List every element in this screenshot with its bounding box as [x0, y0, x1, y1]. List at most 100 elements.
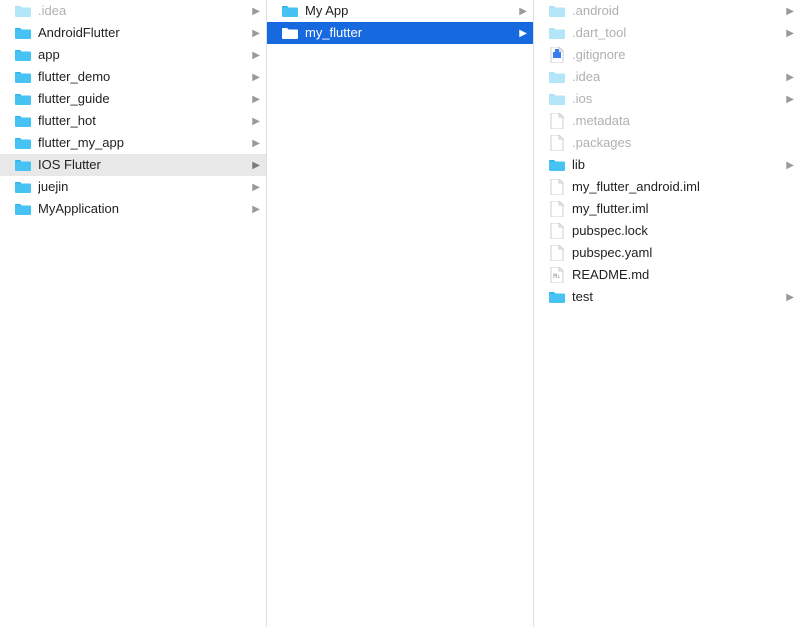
folder-row[interactable]: IOS Flutter▶	[0, 154, 266, 176]
folder-icon	[281, 24, 299, 42]
item-label: AndroidFlutter	[38, 22, 250, 44]
folder-icon	[548, 156, 566, 174]
chevron-right-icon: ▶	[250, 50, 262, 61]
chevron-right-icon: ▶	[250, 160, 262, 171]
folder-row[interactable]: flutter_guide▶	[0, 88, 266, 110]
item-label: .idea	[572, 66, 784, 88]
item-label: flutter_my_app	[38, 132, 250, 154]
item-label: .packages	[572, 132, 784, 154]
folder-row[interactable]: .android▶	[534, 0, 800, 22]
folder-row[interactable]: app▶	[0, 44, 266, 66]
item-label: lib	[572, 154, 784, 176]
file-icon: M↓	[548, 266, 566, 284]
folder-row[interactable]: flutter_my_app▶	[0, 132, 266, 154]
item-label: .metadata	[572, 110, 784, 132]
folder-row[interactable]: .dart_tool▶	[534, 22, 800, 44]
file-icon	[548, 112, 566, 130]
item-label: .ios	[572, 88, 784, 110]
folder-row[interactable]: test▶	[534, 286, 800, 308]
file-row[interactable]: .metadata	[534, 110, 800, 132]
item-label: flutter_demo	[38, 66, 250, 88]
chevron-right-icon: ▶	[517, 6, 529, 17]
folder-icon	[548, 24, 566, 42]
folder-icon	[14, 156, 32, 174]
folder-row[interactable]: MyApplication▶	[0, 198, 266, 220]
item-label: my_flutter.iml	[572, 198, 784, 220]
file-row[interactable]: .packages	[534, 132, 800, 154]
folder-icon	[281, 2, 299, 20]
chevron-right-icon: ▶	[784, 160, 796, 171]
file-row[interactable]: pubspec.lock	[534, 220, 800, 242]
file-row[interactable]: pubspec.yaml	[534, 242, 800, 264]
chevron-right-icon: ▶	[250, 72, 262, 83]
chevron-right-icon: ▶	[784, 72, 796, 83]
folder-icon	[14, 2, 32, 20]
file-icon	[548, 178, 566, 196]
chevron-right-icon: ▶	[250, 116, 262, 127]
chevron-right-icon: ▶	[784, 28, 796, 39]
item-label: pubspec.yaml	[572, 242, 784, 264]
chevron-right-icon: ▶	[517, 28, 529, 39]
chevron-right-icon: ▶	[784, 292, 796, 303]
folder-icon	[14, 200, 32, 218]
column-1[interactable]: My App▶my_flutter▶	[267, 0, 534, 627]
item-label: test	[572, 286, 784, 308]
item-label: .idea	[38, 0, 250, 22]
item-label: IOS Flutter	[38, 154, 250, 176]
chevron-right-icon: ▶	[784, 94, 796, 105]
folder-row[interactable]: .idea▶	[534, 66, 800, 88]
file-icon	[548, 244, 566, 262]
chevron-right-icon: ▶	[250, 138, 262, 149]
chevron-right-icon: ▶	[784, 6, 796, 17]
folder-icon	[14, 46, 32, 64]
chevron-right-icon: ▶	[250, 182, 262, 193]
folder-row[interactable]: flutter_demo▶	[0, 66, 266, 88]
folder-row[interactable]: juejin▶	[0, 176, 266, 198]
folder-row[interactable]: my_flutter▶	[267, 22, 533, 44]
chevron-right-icon: ▶	[250, 204, 262, 215]
item-label: MyApplication	[38, 198, 250, 220]
chevron-right-icon: ▶	[250, 6, 262, 17]
folder-row[interactable]: AndroidFlutter▶	[0, 22, 266, 44]
file-icon	[548, 200, 566, 218]
file-row[interactable]: .gitignore	[534, 44, 800, 66]
folder-icon	[14, 112, 32, 130]
folder-icon	[548, 90, 566, 108]
folder-icon	[548, 68, 566, 86]
folder-icon	[548, 2, 566, 20]
item-label: app	[38, 44, 250, 66]
folder-row[interactable]: lib▶	[534, 154, 800, 176]
file-icon	[548, 134, 566, 152]
column-2[interactable]: .android▶.dart_tool▶.gitignore.idea▶.ios…	[534, 0, 800, 627]
svg-text:M↓: M↓	[553, 273, 560, 280]
chevron-right-icon: ▶	[250, 94, 262, 105]
folder-icon	[14, 24, 32, 42]
item-label: my_flutter	[305, 22, 517, 44]
folder-row[interactable]: My App▶	[267, 0, 533, 22]
item-label: juejin	[38, 176, 250, 198]
folder-row[interactable]: .ios▶	[534, 88, 800, 110]
finder-column-view: .idea▶AndroidFlutter▶app▶flutter_demo▶fl…	[0, 0, 800, 627]
file-row[interactable]: M↓ README.md	[534, 264, 800, 286]
item-label: .android	[572, 0, 784, 22]
file-row[interactable]: my_flutter.iml	[534, 198, 800, 220]
item-label: My App	[305, 0, 517, 22]
item-label: .dart_tool	[572, 22, 784, 44]
file-icon	[548, 46, 566, 64]
folder-icon	[14, 134, 32, 152]
item-label: flutter_guide	[38, 88, 250, 110]
item-label: pubspec.lock	[572, 220, 784, 242]
item-label: .gitignore	[572, 44, 784, 66]
item-label: my_flutter_android.iml	[572, 176, 784, 198]
folder-icon	[14, 178, 32, 196]
folder-row[interactable]: flutter_hot▶	[0, 110, 266, 132]
file-row[interactable]: my_flutter_android.iml	[534, 176, 800, 198]
column-0[interactable]: .idea▶AndroidFlutter▶app▶flutter_demo▶fl…	[0, 0, 267, 627]
item-label: flutter_hot	[38, 110, 250, 132]
file-icon	[548, 222, 566, 240]
item-label: README.md	[572, 264, 784, 286]
chevron-right-icon: ▶	[250, 28, 262, 39]
folder-icon	[14, 68, 32, 86]
folder-icon	[14, 90, 32, 108]
folder-row[interactable]: .idea▶	[0, 0, 266, 22]
